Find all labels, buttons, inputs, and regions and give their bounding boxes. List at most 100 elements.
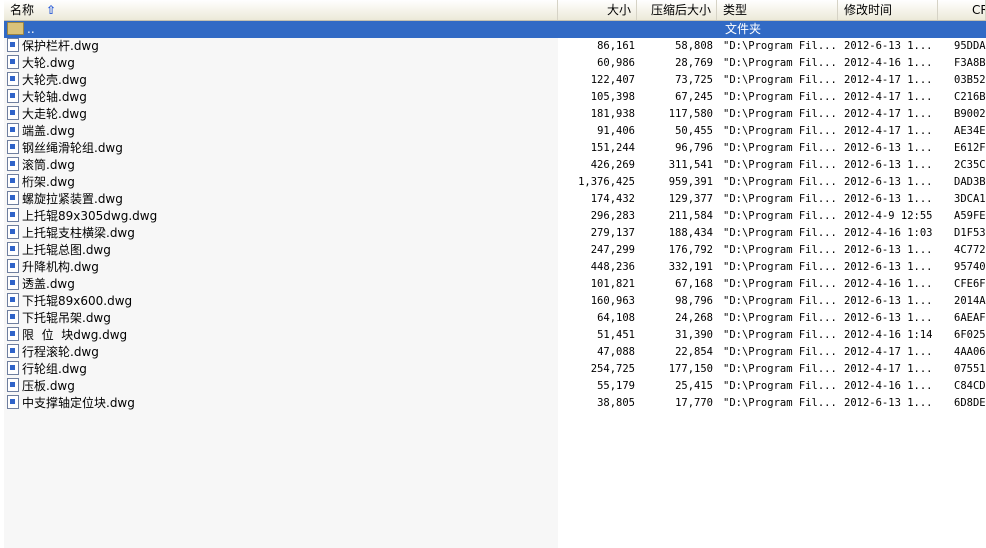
file-size: 91,406 bbox=[597, 125, 635, 137]
file-modified: 2012-4-17 1... bbox=[844, 108, 933, 120]
file-modified: 2012-4-16 1... bbox=[844, 380, 933, 392]
file-crc: 2C35C9 bbox=[954, 159, 986, 171]
file-type: "D:\Program Fil... bbox=[723, 40, 835, 52]
file-row[interactable]: 透盖.dwg 101,821 67,168 "D:\Program Fil... 201… bbox=[4, 276, 986, 293]
file-compressed-size: 117,580 bbox=[668, 108, 713, 120]
file-name: 滚筒.dwg bbox=[7, 157, 557, 174]
file-size: 51,451 bbox=[597, 329, 635, 341]
file-row[interactable]: 螺旋拉紧装置.dwg 174,432 129,377 "D:\Program Fil.… bbox=[4, 191, 986, 208]
file-modified: 2012-4-16 1:03 bbox=[844, 227, 933, 239]
file-type: "D:\Program Fil... bbox=[723, 227, 835, 239]
column-header-size[interactable]: 大小 bbox=[558, 0, 637, 20]
dwg-file-icon bbox=[7, 208, 19, 222]
file-row[interactable]: 大轮.dwg 60,986 28,769 "D:\Program Fil... 2012… bbox=[4, 55, 986, 72]
file-row[interactable]: 限 位 块dwg.dwg 51,451 31,390 "D:\Program Fil.… bbox=[4, 327, 986, 344]
file-name: 升降机构.dwg bbox=[7, 259, 557, 276]
file-compressed-size: 332,191 bbox=[668, 261, 713, 273]
dwg-file-icon bbox=[7, 38, 19, 52]
file-compressed-size: 31,390 bbox=[675, 329, 713, 341]
file-crc: 6D8DE bbox=[954, 397, 986, 409]
file-type: "D:\Program Fil... bbox=[723, 380, 835, 392]
file-size: 105,398 bbox=[590, 91, 635, 103]
parent-folder-row[interactable]: .. 文件夹 bbox=[4, 21, 986, 38]
file-row[interactable]: 大轮轴.dwg 105,398 67,245 "D:\Program Fil... 20… bbox=[4, 89, 986, 106]
file-modified: 2012-4-16 1... bbox=[844, 57, 933, 69]
file-crc: A59FE bbox=[954, 210, 986, 222]
file-compressed-size: 22,854 bbox=[675, 346, 713, 358]
file-row[interactable]: 上托辊89x305dwg.dwg 296,283 211,584 "D:\Progra… bbox=[4, 208, 986, 225]
file-row[interactable]: 端盖.dwg 91,406 50,455 "D:\Program Fil... 2012… bbox=[4, 123, 986, 140]
file-type: "D:\Program Fil... bbox=[723, 159, 835, 171]
file-name: 大轮轴.dwg bbox=[7, 89, 557, 106]
file-crc: B9002 bbox=[954, 108, 986, 120]
file-crc: C84CD bbox=[954, 380, 986, 392]
file-type: "D:\Program Fil... bbox=[723, 74, 835, 86]
file-crc: DAD3B bbox=[954, 176, 986, 188]
column-header-crc[interactable]: CRC bbox=[938, 0, 986, 20]
file-compressed-size: 73,725 bbox=[675, 74, 713, 86]
file-row[interactable]: 钢丝绳滑轮组.dwg 151,244 96,796 "D:\Program Fil..… bbox=[4, 140, 986, 157]
file-row[interactable]: 中支撑轴定位块.dwg 38,805 17,770 "D:\Program Fil..… bbox=[4, 395, 986, 412]
file-row[interactable]: 压板.dwg 55,179 25,415 "D:\Program Fil... 2012… bbox=[4, 378, 986, 395]
file-row[interactable]: 下托辊吊架.dwg 64,108 24,268 "D:\Program Fil... 2… bbox=[4, 310, 986, 327]
file-type: "D:\Program Fil... bbox=[723, 312, 835, 324]
column-header-compressed[interactable]: 压缩后大小 bbox=[637, 0, 717, 20]
file-compressed-size: 67,245 bbox=[675, 91, 713, 103]
file-size: 151,244 bbox=[590, 142, 635, 154]
file-row[interactable]: 行轮组.dwg 254,725 177,150 "D:\Program Fil... 2… bbox=[4, 361, 986, 378]
file-compressed-size: 176,792 bbox=[668, 244, 713, 256]
file-row[interactable]: 上托辊总图.dwg 247,299 176,792 "D:\Program Fil..… bbox=[4, 242, 986, 259]
dwg-file-icon bbox=[7, 174, 19, 188]
file-name: 行程滚轮.dwg bbox=[7, 344, 557, 361]
file-size: 55,179 bbox=[597, 380, 635, 392]
file-size: 38,805 bbox=[597, 397, 635, 409]
file-size: 160,963 bbox=[590, 295, 635, 307]
file-name: 保护栏杆.dwg bbox=[7, 38, 557, 55]
file-compressed-size: 58,808 bbox=[675, 40, 713, 52]
file-crc: E612F bbox=[954, 142, 986, 154]
file-crc: CFE6F bbox=[954, 278, 986, 290]
file-name: 压板.dwg bbox=[7, 378, 557, 395]
dwg-file-icon bbox=[7, 259, 19, 273]
file-modified: 2012-6-13 1... bbox=[844, 295, 933, 307]
file-compressed-size: 17,770 bbox=[675, 397, 713, 409]
file-row[interactable]: 滚筒.dwg 426,269 311,541 "D:\Program Fil... 20… bbox=[4, 157, 986, 174]
file-compressed-size: 96,796 bbox=[675, 142, 713, 154]
file-compressed-size: 129,377 bbox=[668, 193, 713, 205]
file-size: 247,299 bbox=[590, 244, 635, 256]
file-name: 桁架.dwg bbox=[7, 174, 557, 191]
file-row[interactable]: 保护栏杆.dwg 86,161 58,808 "D:\Program Fil... 20… bbox=[4, 38, 986, 55]
dwg-file-icon bbox=[7, 310, 19, 324]
file-row[interactable]: 行程滚轮.dwg 47,088 22,854 "D:\Program Fil... 20… bbox=[4, 344, 986, 361]
dwg-file-icon bbox=[7, 395, 19, 409]
file-crc: 3DCA1 bbox=[954, 193, 986, 205]
file-modified: 2012-6-13 1... bbox=[844, 397, 933, 409]
file-crc: F3A8B bbox=[954, 57, 986, 69]
file-row[interactable]: 大走轮.dwg 181,938 117,580 "D:\Program Fil... 2… bbox=[4, 106, 986, 123]
file-compressed-size: 98,796 bbox=[675, 295, 713, 307]
file-row[interactable]: 升降机构.dwg 448,236 332,191 "D:\Program Fil...… bbox=[4, 259, 986, 276]
column-header-type[interactable]: 类型 bbox=[717, 0, 838, 20]
file-row[interactable]: 桁架.dwg 1,376,425 959,391 "D:\Program Fil...… bbox=[4, 174, 986, 191]
file-compressed-size: 67,168 bbox=[675, 278, 713, 290]
dwg-file-icon bbox=[7, 276, 19, 290]
file-name: 透盖.dwg bbox=[7, 276, 557, 293]
file-row[interactable]: 上托辊支柱横梁.dwg 279,137 188,434 "D:\Program Fil… bbox=[4, 225, 986, 242]
file-size: 174,432 bbox=[590, 193, 635, 205]
file-crc: 07551 bbox=[954, 363, 986, 375]
file-name: 上托辊89x305dwg.dwg bbox=[7, 208, 557, 225]
file-name: 限 位 块dwg.dwg bbox=[7, 327, 557, 344]
file-size: 254,725 bbox=[590, 363, 635, 375]
file-compressed-size: 177,150 bbox=[668, 363, 713, 375]
file-type: "D:\Program Fil... bbox=[723, 57, 835, 69]
column-header-modified[interactable]: 修改时间 bbox=[838, 0, 938, 20]
file-name: 大走轮.dwg bbox=[7, 106, 557, 123]
file-row[interactable]: 下托辊89x600.dwg 160,963 98,796 "D:\Program Fi… bbox=[4, 293, 986, 310]
file-row[interactable]: 大轮壳.dwg 122,407 73,725 "D:\Program Fil... 20… bbox=[4, 72, 986, 89]
file-type: "D:\Program Fil... bbox=[723, 193, 835, 205]
dwg-file-icon bbox=[7, 89, 19, 103]
column-header-name[interactable]: 名称 ⇧ bbox=[4, 0, 558, 20]
file-type: "D:\Program Fil... bbox=[723, 261, 835, 273]
file-list: .. 文件夹 保护栏杆.dwg 86,161 58,808 "D:\Program F… bbox=[4, 21, 986, 412]
file-name: 钢丝绳滑轮组.dwg bbox=[7, 140, 557, 157]
